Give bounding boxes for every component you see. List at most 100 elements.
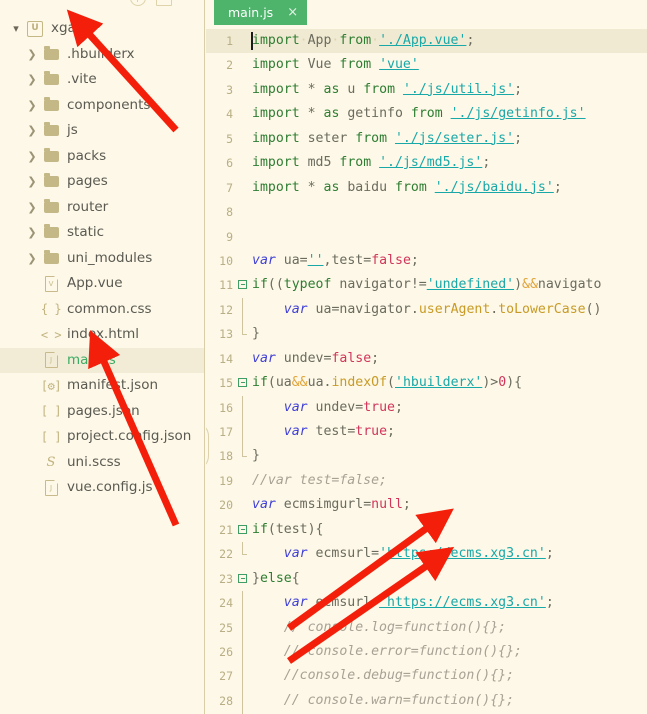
line-number: 9 [226, 229, 233, 244]
help-icon[interactable] [130, 0, 146, 6]
code-line[interactable]: 16 var undev=true; [206, 395, 647, 420]
chevron-right-icon[interactable]: ❯ [24, 227, 40, 238]
folder-icon [40, 224, 62, 239]
fold-toggle[interactable] [236, 567, 250, 591]
chevron-right-icon[interactable]: ❯ [24, 125, 40, 136]
folder-icon [40, 249, 62, 264]
line-number: 22 [219, 547, 233, 562]
chevron-right-icon[interactable]: ❯ [24, 202, 40, 213]
html-file-icon: < > [40, 327, 62, 342]
code-line[interactable]: 6 import md5 from './js/md5.js'; [206, 151, 647, 175]
code-line[interactable]: 8 [206, 200, 647, 224]
code-line[interactable]: 11 if((typeof navigator!='undefined')&&n… [206, 273, 647, 297]
chevron-down-icon[interactable]: ▾ [8, 23, 24, 34]
code-line-text: var ecmsimgurl=null; [252, 497, 411, 513]
tree-item-components[interactable]: ❯ components [0, 93, 204, 119]
fold-toggle[interactable] [236, 371, 250, 395]
code-line[interactable]: 2 import Vue from 'vue' [206, 53, 647, 77]
line-number: 2 [226, 58, 233, 73]
line-number: 7 [226, 180, 233, 195]
fold-toggle[interactable] [236, 518, 250, 542]
code-line[interactable]: 28 // console.warn=function(){}; [206, 688, 647, 714]
chevron-right-icon[interactable]: ❯ [24, 74, 40, 85]
line-number: 25 [219, 620, 233, 635]
code-line-text: if((typeof navigator!='undefined')&&navi… [252, 277, 602, 293]
tree-item-label: manifest.json [67, 377, 159, 393]
code-line-text: var test=true; [283, 424, 395, 439]
tree-item-uni-scss[interactable]: S uni.scss [0, 450, 204, 476]
tree-item-label: index.html [67, 326, 139, 342]
chevron-right-icon[interactable]: ❯ [24, 151, 40, 162]
tree-item-vue-config-js[interactable]: J vue.config.js [0, 475, 204, 501]
line-number: 24 [219, 596, 233, 611]
tree-item-static[interactable]: ❯ static [0, 220, 204, 246]
code-line[interactable]: 18 } [206, 444, 647, 468]
code-line[interactable]: 12 var ua=navigator.userAgent.toLowerCas… [206, 297, 647, 323]
close-icon[interactable]: × [287, 6, 298, 19]
code-line[interactable]: 24 var ecmsurl='https://ecms.xg3.cn'; [206, 591, 647, 616]
chevron-right-icon[interactable]: ❯ [24, 49, 40, 60]
code-line[interactable]: 22 var ecmsurl='https://ecms.xg3.cn'; [206, 542, 647, 566]
tree-item-index-html[interactable]: < > index.html [0, 322, 204, 348]
code-line[interactable]: 13 } [206, 322, 647, 346]
chevron-right-icon[interactable]: ❯ [24, 253, 40, 264]
code-line[interactable]: 5 import seter from './js/seter.js'; [206, 127, 647, 151]
chevron-right-icon[interactable]: ❯ [24, 176, 40, 187]
code-area[interactable]: 1 import·App·from·'./App.vue'; 2 import … [206, 29, 647, 714]
code-line-text: if(ua&&ua.indexOf('hbuilderx')>0){ [252, 375, 523, 391]
tree-item-common-css[interactable]: { } common.css [0, 297, 204, 323]
code-line[interactable]: 4 import * as getinfo from './js/getinfo… [206, 102, 647, 126]
code-line[interactable]: 20 var ecmsimgurl=null; [206, 493, 647, 517]
code-line[interactable]: 27 //console.debug=function(){}; [206, 664, 647, 689]
fold-toggle[interactable] [236, 273, 250, 297]
line-number: 10 [219, 253, 233, 268]
tree-item-project-config-json[interactable]: [ ] project.config.json [0, 424, 204, 450]
line-number: 17 [219, 425, 233, 439]
code-line[interactable]: 25 // console.log=function(){}; [206, 615, 647, 640]
hbuilderx-window: ▾ U xgapp ❯ .hbuilderx ❯ .vite ❯ compone… [0, 0, 647, 714]
tree-item-manifest-json[interactable]: [⚙] manifest.json [0, 373, 204, 399]
code-line[interactable]: 3 import * as u from './js/util.js'; [206, 78, 647, 102]
line-number: 13 [219, 327, 233, 342]
code-line[interactable]: 10 var ua='',test=false; [206, 249, 647, 273]
tree-item-label: pages [67, 173, 108, 189]
folder-icon [40, 45, 62, 60]
tree-item-app-vue[interactable]: V App.vue [0, 271, 204, 297]
minimize-icon[interactable] [182, 0, 196, 5]
json-file-icon: [ ] [40, 429, 62, 444]
tab-main-js[interactable]: main.js × [214, 0, 308, 25]
code-editor-panel: main.js × ‹ 1 import·App·from·'./App.vue… [206, 0, 647, 714]
tree-item-js[interactable]: ❯ js [0, 118, 204, 144]
code-line[interactable]: 14 var undev=false; [206, 347, 647, 371]
code-line-text: // console.error=function(){}; [283, 643, 522, 659]
tree-item-packs[interactable]: ❯ packs [0, 144, 204, 170]
code-line[interactable]: 26 // console.error=function(){}; [206, 639, 647, 665]
tree-item-router[interactable]: ❯ router [0, 195, 204, 221]
tree-item-label: project.config.json [67, 428, 192, 444]
chevron-right-icon[interactable]: ❯ [24, 100, 40, 111]
tree-item-vite[interactable]: ❯ .vite [0, 67, 204, 93]
tree-item-label: vue.config.js [67, 479, 153, 495]
code-line-text: var undev=false; [252, 350, 380, 366]
code-line[interactable]: 19 //var test=false; [206, 469, 647, 493]
tree-item-main-js[interactable]: J main.js [0, 347, 204, 373]
code-line[interactable]: 21 if(test){ [206, 518, 647, 542]
tree-item-project-root[interactable]: ▾ U xgapp [0, 16, 204, 42]
tree-item-pages[interactable]: ❯ pages [0, 169, 204, 195]
restore-icon[interactable] [156, 0, 172, 6]
code-line[interactable]: 17 var test=true; [206, 420, 647, 445]
editor-tabbar: main.js × [206, 0, 647, 25]
tree-item-label: router [67, 198, 109, 215]
tree-item-pages-json[interactable]: [ ] pages.json [0, 399, 204, 425]
code-line[interactable]: 7 import * as baidu from './js/baidu.js'… [206, 176, 647, 200]
code-line[interactable]: 15 if(ua&&ua.indexOf('hbuilderx')>0){ [206, 371, 647, 395]
tree-item-hbuilderx[interactable]: ❯ .hbuilderx [0, 42, 204, 68]
line-number: 11 [219, 278, 233, 293]
tree-item-uni-modules[interactable]: ❯ uni_modules [0, 246, 204, 272]
code-line[interactable]: 9 [206, 225, 647, 249]
line-number: 21 [219, 522, 233, 537]
code-line[interactable]: 23 }else{ [206, 567, 647, 591]
code-line[interactable]: 1 import·App·from·'./App.vue'; [206, 29, 647, 54]
tree-item-label: uni_modules [67, 249, 153, 266]
